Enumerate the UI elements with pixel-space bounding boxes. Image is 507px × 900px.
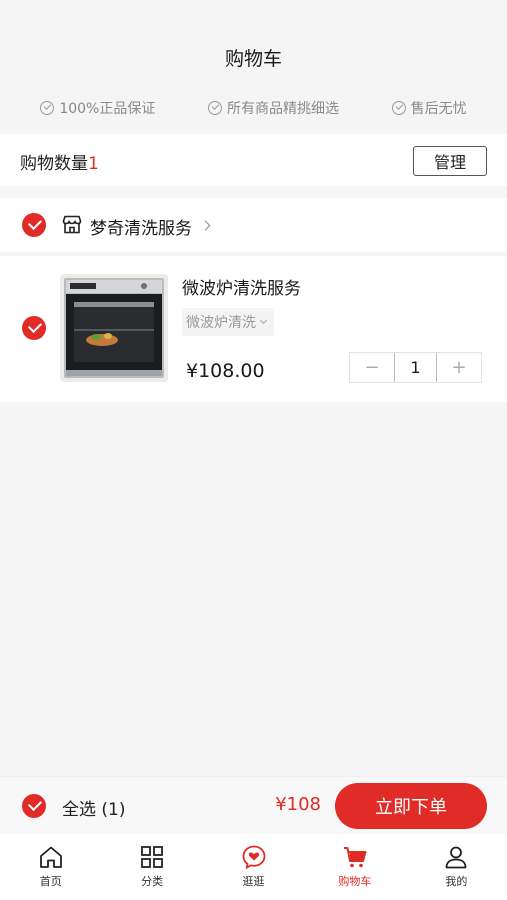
cart-icon bbox=[343, 847, 367, 868]
tab-label: 分类 bbox=[141, 875, 164, 888]
increment-button[interactable]: + bbox=[437, 353, 481, 382]
chevron-down-icon bbox=[259, 316, 268, 325]
tab-home[interactable]: 首页 bbox=[0, 834, 101, 900]
manage-button[interactable]: 管理 bbox=[413, 146, 487, 176]
guarantee-list: 100%正品保证 所有商品精挑细选 售后无忧 bbox=[0, 98, 507, 118]
tab-label: 我的 bbox=[445, 875, 468, 888]
total-price: ¥108 bbox=[275, 794, 321, 815]
tab-label: 首页 bbox=[39, 875, 62, 888]
decrement-button[interactable]: − bbox=[350, 353, 394, 382]
home-icon bbox=[39, 846, 62, 868]
shop-select-checkbox[interactable] bbox=[22, 213, 46, 237]
page-title: 购物车 bbox=[224, 48, 282, 70]
quantity-input[interactable]: 1 bbox=[394, 353, 437, 382]
grid-icon bbox=[141, 846, 164, 868]
quantity-stepper: − 1 + bbox=[349, 352, 482, 383]
guarantee-label: 所有商品精挑细选 bbox=[227, 101, 340, 117]
cart-count-value: 1 bbox=[88, 154, 99, 174]
oven-image bbox=[60, 274, 168, 382]
tab-cart[interactable]: 购物车 bbox=[304, 834, 405, 900]
tab-label: 购物车 bbox=[338, 875, 372, 888]
shop-name[interactable]: 梦奇清洗服务 bbox=[90, 214, 192, 239]
heart-chat-icon bbox=[242, 845, 265, 870]
cart-count-label: 购物数量 bbox=[20, 154, 88, 174]
cart-page: 购物车 100%正品保证 所有商品精挑细选 售后无忧 购物数量1 管理 梦奇清洗… bbox=[0, 0, 507, 900]
variant-label: 微波炉清洗 bbox=[186, 315, 256, 331]
checkout-bar: 全选 (1) ¥108 立即下单 bbox=[0, 776, 507, 834]
chevron-right-icon bbox=[200, 220, 211, 231]
tab-bar: 首页 分类 逛逛 购物车 我的 bbox=[0, 834, 507, 900]
item-title[interactable]: 微波炉清洗服务 bbox=[182, 274, 301, 299]
check-circle-icon bbox=[208, 101, 223, 115]
item-price: ¥108.00 bbox=[186, 360, 265, 382]
cart-count: 购物数量1 bbox=[20, 149, 99, 174]
check-circle-icon bbox=[391, 101, 406, 115]
store-icon bbox=[62, 215, 82, 234]
cart-count-bar: 购物数量1 管理 bbox=[0, 134, 507, 186]
shop-header[interactable]: 梦奇清洗服务 bbox=[0, 198, 507, 252]
product-image[interactable] bbox=[60, 274, 168, 382]
guarantee-item: 100%正品保证 bbox=[40, 98, 155, 118]
header: 购物车 100%正品保证 所有商品精挑细选 售后无忧 bbox=[0, 0, 507, 134]
guarantee-label: 售后无忧 bbox=[410, 101, 467, 117]
variant-selector[interactable]: 微波炉清洗 bbox=[182, 308, 274, 336]
tab-category[interactable]: 分类 bbox=[101, 834, 202, 900]
select-all-label[interactable]: 全选 (1) bbox=[62, 795, 125, 820]
guarantee-item: 所有商品精挑细选 bbox=[208, 98, 339, 118]
tab-label: 逛逛 bbox=[242, 875, 265, 888]
tab-profile[interactable]: 我的 bbox=[406, 834, 507, 900]
check-circle-icon bbox=[40, 101, 55, 115]
guarantee-label: 100%正品保证 bbox=[59, 101, 156, 117]
cart-item: 微波炉清洗服务 微波炉清洗 ¥108.00 − 1 + bbox=[0, 256, 507, 402]
select-all-checkbox[interactable] bbox=[22, 794, 46, 818]
guarantee-item: 售后无忧 bbox=[391, 98, 467, 118]
checkout-button[interactable]: 立即下单 bbox=[335, 783, 487, 829]
item-select-checkbox[interactable] bbox=[22, 316, 46, 340]
tab-explore[interactable]: 逛逛 bbox=[203, 834, 304, 900]
user-icon bbox=[445, 846, 467, 869]
